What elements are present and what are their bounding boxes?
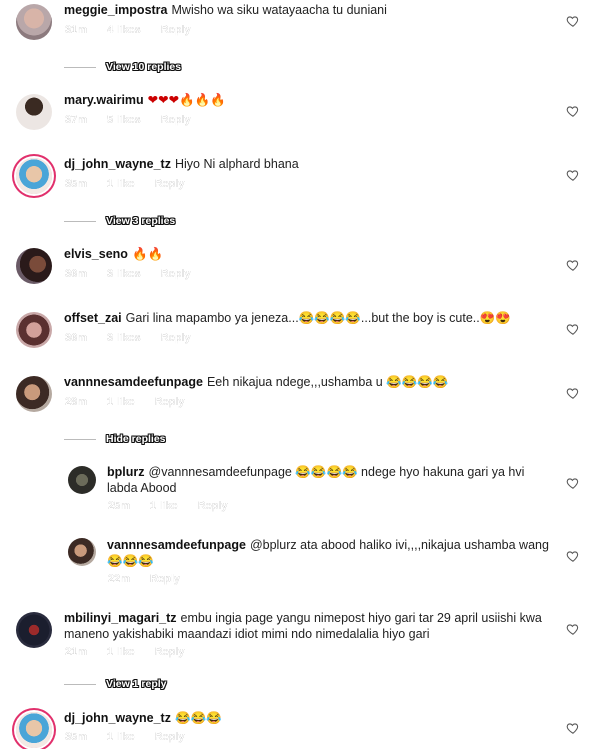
comment-username[interactable]: vannnesamdeefunpage bbox=[107, 538, 246, 552]
comment-likes[interactable]: 1 like bbox=[106, 645, 136, 659]
comment-username[interactable]: bplurz bbox=[107, 465, 145, 479]
avatar[interactable] bbox=[16, 158, 52, 194]
like-heart-icon[interactable] bbox=[566, 168, 580, 182]
avatar[interactable] bbox=[16, 312, 52, 348]
comment-time: 22m bbox=[108, 573, 131, 585]
comment-likes[interactable]: 1 like bbox=[149, 499, 179, 513]
comment-likes[interactable]: 1 like bbox=[106, 177, 136, 191]
avatar[interactable] bbox=[16, 376, 52, 412]
comment-time: 36m bbox=[65, 332, 88, 344]
comment-username[interactable]: elvis_seno bbox=[64, 247, 128, 261]
divider bbox=[64, 438, 96, 440]
like-heart-icon[interactable] bbox=[566, 476, 580, 490]
like-heart-icon[interactable] bbox=[566, 14, 580, 28]
avatar[interactable] bbox=[16, 248, 52, 284]
like-heart-icon[interactable] bbox=[566, 386, 580, 400]
comment-username[interactable]: mary.wairimu bbox=[64, 93, 144, 107]
view-replies-button[interactable]: View 3 replies bbox=[64, 214, 175, 228]
comment-username[interactable]: offset_zai bbox=[64, 311, 122, 325]
reply-button[interactable]: Reply bbox=[154, 730, 186, 744]
comment-text: Hiyo Ni alphard bhana bbox=[174, 157, 299, 171]
reply-button[interactable]: Reply bbox=[197, 499, 229, 513]
avatar[interactable] bbox=[16, 712, 52, 748]
comment-time: 35m bbox=[65, 178, 88, 190]
comment-text: 🔥🔥 bbox=[131, 247, 164, 261]
comment-likes[interactable]: 3 likes bbox=[106, 267, 142, 281]
reply-button[interactable]: Reply bbox=[160, 23, 192, 37]
comment-likes[interactable]: 1 like bbox=[106, 395, 136, 409]
view-replies-button[interactable]: View 10 replies bbox=[64, 60, 181, 74]
comment-time: 35m bbox=[65, 731, 88, 743]
comment-username[interactable]: dj_john_wayne_tz bbox=[64, 157, 171, 171]
reply-button[interactable]: Reply bbox=[160, 331, 192, 345]
comment-likes[interactable]: 1 like bbox=[106, 730, 136, 744]
comment-likes[interactable]: 4 likes bbox=[106, 23, 142, 37]
comment-username[interactable]: dj_john_wayne_tz bbox=[64, 711, 171, 725]
reply-button[interactable]: Reply bbox=[149, 572, 181, 586]
reply-button[interactable]: Reply bbox=[154, 395, 186, 409]
comment-time: 36m bbox=[65, 268, 88, 280]
comment-time: 21m bbox=[65, 646, 88, 658]
avatar[interactable] bbox=[68, 466, 96, 494]
comment-text: @vannnesamdeefunpage 😂😂😂😂 ndege hyo haku… bbox=[107, 465, 525, 495]
reply-button[interactable]: Reply bbox=[154, 645, 186, 659]
comment-text: ❤❤❤🔥🔥🔥 bbox=[147, 93, 226, 107]
like-heart-icon[interactable] bbox=[566, 104, 580, 118]
comment-time: 31m bbox=[65, 24, 88, 36]
comment-username[interactable]: vannnesamdeefunpage bbox=[64, 375, 203, 389]
comment-username[interactable]: mbilinyi_magari_tz bbox=[64, 611, 177, 625]
avatar[interactable] bbox=[16, 612, 52, 648]
avatar[interactable] bbox=[16, 4, 52, 40]
divider bbox=[64, 66, 96, 68]
like-heart-icon[interactable] bbox=[566, 549, 580, 563]
divider bbox=[64, 220, 96, 222]
comment-likes[interactable]: 5 likes bbox=[106, 113, 142, 127]
comment-time: 37m bbox=[65, 114, 88, 126]
like-heart-icon[interactable] bbox=[566, 721, 580, 735]
comment-time: 25m bbox=[108, 500, 131, 512]
avatar[interactable] bbox=[68, 538, 96, 566]
view-replies-button[interactable]: View 1 reply bbox=[64, 677, 167, 691]
like-heart-icon[interactable] bbox=[566, 622, 580, 636]
reply-button[interactable]: Reply bbox=[160, 113, 192, 127]
like-heart-icon[interactable] bbox=[566, 322, 580, 336]
reply-button[interactable]: Reply bbox=[160, 267, 192, 281]
reply-button[interactable]: Reply bbox=[154, 177, 186, 191]
comment-text: Eeh nikajua ndege,,,ushamba u 😂😂😂😂 bbox=[206, 375, 449, 389]
comment-text: Gari lina mapambo ya jeneza...😂😂😂😂...but… bbox=[125, 311, 511, 325]
hide-replies-button[interactable]: Hide replies bbox=[64, 432, 166, 446]
comment-text: Mwisho wa siku watayaacha tu duniani bbox=[171, 3, 387, 17]
avatar[interactable] bbox=[16, 94, 52, 130]
divider bbox=[64, 683, 96, 685]
comment-time: 28m bbox=[65, 396, 88, 408]
like-heart-icon[interactable] bbox=[566, 258, 580, 272]
comment-text: 😂😂😂 bbox=[174, 711, 222, 725]
comment-likes[interactable]: 3 likes bbox=[106, 331, 142, 345]
comment-username[interactable]: meggie_impostra bbox=[64, 3, 168, 17]
